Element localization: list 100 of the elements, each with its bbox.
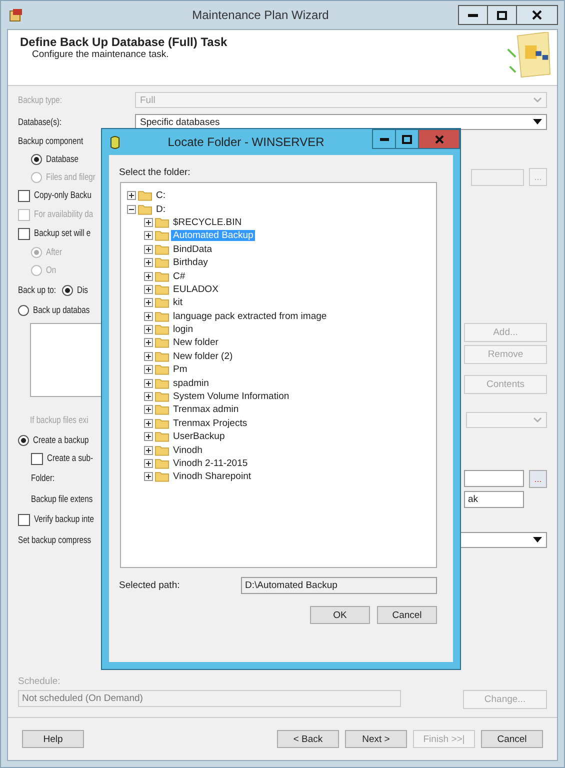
dropdown-arrow-icon xyxy=(533,537,542,543)
radio-label: Dis xyxy=(77,284,88,296)
folder-icon xyxy=(155,471,169,482)
folder-item[interactable]: EULADOX xyxy=(171,284,220,295)
expand-icon[interactable] xyxy=(144,432,153,442)
expand-icon[interactable] xyxy=(144,405,153,414)
expand-icon[interactable] xyxy=(144,312,153,321)
folder-icon xyxy=(138,204,152,215)
expand-icon[interactable] xyxy=(144,218,153,227)
dropdown[interactable]: Specific databases xyxy=(135,114,547,130)
expand-icon[interactable] xyxy=(144,231,153,240)
expand-icon[interactable] xyxy=(144,284,153,294)
folder-item[interactable]: Trenmax admin xyxy=(171,404,241,416)
wizard-button[interactable]: Cancel xyxy=(481,730,543,748)
radio-button[interactable] xyxy=(31,154,42,164)
folder-item[interactable]: Vinodh Sharepoint xyxy=(171,471,253,482)
folder-item[interactable]: language pack extracted from image xyxy=(171,310,329,322)
expand-icon[interactable] xyxy=(144,459,153,468)
input-field[interactable] xyxy=(471,168,524,186)
checkbox-label: For availability da xyxy=(34,209,94,220)
folder-item[interactable]: System Volume Information xyxy=(171,391,292,402)
checkbox[interactable] xyxy=(18,228,30,240)
radio-label: After xyxy=(46,246,62,258)
radio-button[interactable] xyxy=(18,304,29,316)
folder-item[interactable]: $RECYCLE.BIN xyxy=(171,216,244,228)
app-icon xyxy=(9,8,23,22)
expand-icon[interactable] xyxy=(144,272,153,281)
expand-icon[interactable] xyxy=(144,365,153,374)
wizard-button[interactable]: < Back xyxy=(277,730,339,748)
maximize-icon[interactable] xyxy=(487,6,516,24)
folder-icon xyxy=(155,337,169,348)
folder-item[interactable]: C: xyxy=(154,190,168,202)
collapse-icon[interactable] xyxy=(127,204,136,214)
folder-item[interactable]: Vinodh 2-11-2015 xyxy=(171,458,250,469)
checkbox-label: Create a sub- xyxy=(47,453,94,464)
folder-item[interactable]: New folder xyxy=(171,337,220,348)
folder-item[interactable]: D: xyxy=(154,204,168,215)
folder-item[interactable]: Trenmax Projects xyxy=(171,418,250,429)
checkbox[interactable] xyxy=(18,190,30,202)
expand-icon[interactable] xyxy=(144,418,153,428)
minimize-icon[interactable] xyxy=(459,6,487,24)
checkbox-label: Copy-only Backu xyxy=(34,190,92,201)
folder-icon xyxy=(155,297,169,308)
dialog-button[interactable]: Cancel xyxy=(377,606,437,624)
schedule-field: Not scheduled (On Demand) xyxy=(18,690,401,707)
folder-item[interactable]: Pm xyxy=(171,364,190,376)
folder-icon xyxy=(155,216,169,228)
chevron-icon xyxy=(533,417,542,423)
expand-icon[interactable] xyxy=(144,244,153,254)
field-label: Set backup compress xyxy=(18,534,92,546)
checkbox-label: Backup set will e xyxy=(34,228,91,239)
expand-icon[interactable] xyxy=(144,392,153,402)
expand-icon[interactable] xyxy=(144,258,153,268)
expand-icon[interactable] xyxy=(144,325,153,334)
field-label: Backup type: xyxy=(18,94,62,106)
folder-item[interactable]: New folder (2) xyxy=(171,350,235,362)
checkbox[interactable] xyxy=(18,514,30,526)
radio-label: On xyxy=(46,264,56,276)
input-field[interactable] xyxy=(464,470,524,487)
radio-button[interactable] xyxy=(62,284,73,296)
close-icon[interactable] xyxy=(516,6,557,24)
expand-icon[interactable] xyxy=(144,472,153,482)
folder-icon xyxy=(155,418,169,429)
folder-item[interactable]: spadmin xyxy=(171,378,211,389)
wizard-button[interactable]: Next > xyxy=(345,730,407,748)
checkbox-label: Verify backup inte xyxy=(34,514,94,525)
expand-icon[interactable] xyxy=(144,298,153,308)
radio-label: Back up databas xyxy=(33,304,90,316)
expand-icon[interactable] xyxy=(144,338,153,348)
expand-icon[interactable] xyxy=(144,378,153,388)
folder-icon xyxy=(155,350,169,362)
field-label: Folder: xyxy=(31,473,55,484)
folder-item[interactable]: Birthday xyxy=(171,257,210,268)
dropdown-arrow-icon xyxy=(533,119,542,125)
checkbox[interactable] xyxy=(31,452,43,464)
folder-item[interactable]: login xyxy=(171,324,196,336)
folder-icon xyxy=(155,444,169,456)
browse-button[interactable]: ... xyxy=(529,470,547,488)
radio-label: Database xyxy=(46,154,79,164)
wizard-button[interactable]: Help xyxy=(22,730,84,748)
folder-icon xyxy=(138,190,152,202)
field-label: Selected path: xyxy=(119,580,181,591)
folder-icon xyxy=(155,391,169,402)
folder-item[interactable]: Vinodh xyxy=(171,444,204,456)
input-field[interactable]: ak xyxy=(464,491,524,508)
folder-item[interactable]: kit xyxy=(171,297,184,308)
field-label: Database(s): xyxy=(18,116,62,128)
folder-icon xyxy=(155,364,169,376)
expand-icon[interactable] xyxy=(144,446,153,455)
expand-icon[interactable] xyxy=(127,191,136,200)
group-label: Backup component xyxy=(18,136,84,147)
dialog-button[interactable]: OK xyxy=(310,606,370,624)
folder-icon xyxy=(155,244,169,255)
folder-item[interactable]: UserBackup xyxy=(171,431,227,442)
field-label: Backup file extens xyxy=(31,494,93,505)
radio-button[interactable] xyxy=(18,434,29,446)
radio-label: Create a backup xyxy=(33,434,89,446)
expand-icon[interactable] xyxy=(144,352,153,361)
folder-item[interactable]: C# xyxy=(171,270,188,282)
folder-item[interactable]: BindData xyxy=(171,244,214,255)
